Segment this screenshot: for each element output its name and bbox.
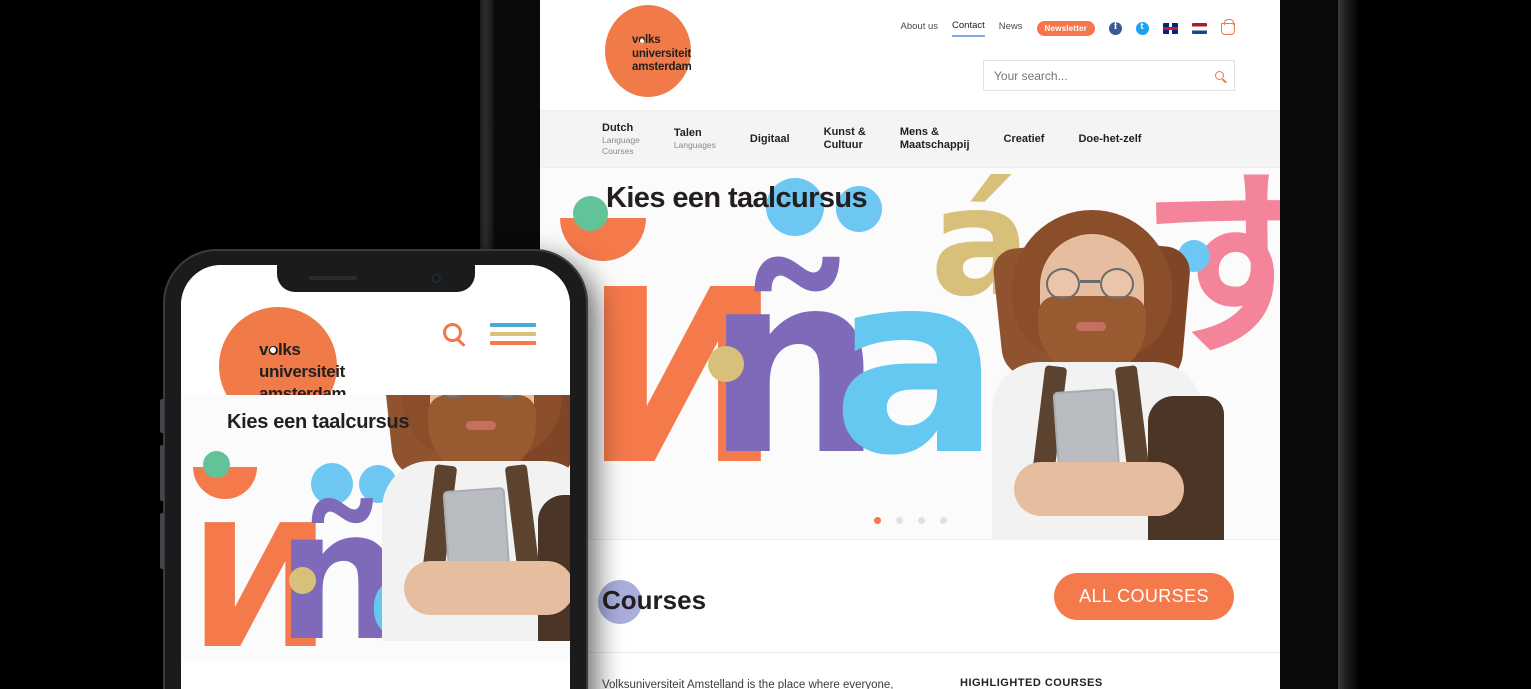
- main-navigation: Dutch Language Courses Talen Languages Di…: [540, 110, 1280, 168]
- tablet-screen: volks universiteit amsterdam About us Co…: [540, 0, 1280, 689]
- hero-carousel: И ñ a á す Kies een taalcursus: [540, 168, 1280, 540]
- hamburger-bar-3: [490, 341, 536, 345]
- twitter-icon[interactable]: [1136, 21, 1149, 35]
- phone-search-button[interactable]: [443, 323, 462, 342]
- phone-hero: Kies een taalcursus И ñ a す: [181, 395, 570, 687]
- nav-item-doe-het-zelf-title: Doe-het-zelf: [1078, 132, 1142, 145]
- site-header: volks universiteit amsterdam About us Co…: [540, 0, 1280, 110]
- phone-screen: volks universiteit amsterdam Kies een ta…: [181, 265, 570, 689]
- phone-logo-line2: universiteit: [259, 362, 345, 381]
- phone-photo-arm: [404, 561, 570, 615]
- tablet-bezel-right: [1338, 0, 1360, 689]
- carousel-dots: [540, 517, 1280, 524]
- facebook-icon[interactable]: [1109, 21, 1122, 35]
- hamburger-bar-2: [490, 332, 536, 336]
- flag-uk-icon[interactable]: [1163, 23, 1178, 34]
- student-photo: [970, 210, 1240, 540]
- hero-title: Kies een taalcursus: [606, 182, 868, 214]
- nav-item-kunst-cultuur-title: Kunst & Cultuur: [823, 126, 866, 151]
- search-icon[interactable]: [1215, 71, 1224, 80]
- nav-item-mens-maatschappij-title: Mens & Maatschappij: [899, 126, 970, 151]
- topnav-link-about-us[interactable]: About us: [901, 21, 939, 36]
- logo-line3: amsterdam: [632, 61, 692, 73]
- nav-item-talen-title: Talen: [673, 127, 702, 139]
- courses-columns: Volksuniversiteit Amstelland is the plac…: [540, 653, 1280, 689]
- courses-header: Courses ALL COURSES: [540, 573, 1280, 642]
- phone-camera-icon: [431, 274, 441, 283]
- flag-nl-icon[interactable]: [1192, 23, 1207, 34]
- hamburger-bar-1: [490, 323, 536, 327]
- courses-intro-text: Volksuniversiteit Amstelland is the plac…: [602, 679, 894, 689]
- nav-item-doe-het-zelf[interactable]: Doe-het-zelf: [1078, 133, 1141, 146]
- carousel-dot-2[interactable]: [895, 517, 903, 524]
- nav-item-talen[interactable]: Talen Languages: [674, 127, 716, 151]
- phone-photo-mouth: [466, 421, 496, 430]
- nav-item-digitaal-title: Digitaal: [749, 132, 790, 145]
- search-input[interactable]: [994, 68, 1215, 83]
- phone-volume-down-button: [160, 513, 164, 569]
- logo-wordmark[interactable]: volks universiteit amsterdam: [632, 34, 752, 75]
- courses-section: Courses ALL COURSES Volksuniversiteit Am…: [540, 540, 1280, 689]
- newsletter-badge[interactable]: Newsletter: [1036, 21, 1095, 36]
- topnav-link-news[interactable]: News: [999, 21, 1023, 36]
- phone-logo-o-dot-icon: o: [268, 340, 279, 359]
- carousel-dot-4[interactable]: [939, 517, 947, 524]
- carousel-dot-1[interactable]: [873, 517, 881, 524]
- phone-green-dot-shape: [203, 451, 230, 478]
- logo-line1-post: lks: [645, 34, 661, 46]
- highlighted-courses-label: HIGHLIGHTED COURSES: [960, 677, 1103, 689]
- search-icon[interactable]: [443, 323, 462, 342]
- nav-item-dutch-title: Dutch: [602, 121, 634, 134]
- nav-item-creatief-title: Creatief: [1003, 132, 1045, 145]
- phone-gold-dot-shape: [289, 567, 316, 594]
- nav-item-dutch[interactable]: Dutch Language Courses: [602, 122, 640, 157]
- phone-device: volks universiteit amsterdam Kies een ta…: [160, 249, 588, 689]
- phone-notch: [276, 265, 475, 292]
- nav-item-kunst-cultuur[interactable]: Kunst & Cultuur: [824, 126, 866, 152]
- phone-volume-up-button: [160, 445, 164, 501]
- nav-item-talen-sub: Languages: [673, 140, 716, 150]
- nav-item-creatief[interactable]: Creatief: [1004, 133, 1045, 146]
- phone-mute-switch: [160, 399, 164, 433]
- gold-dot-shape: [708, 346, 744, 382]
- nav-item-mens-maatschappij[interactable]: Mens & Maatschappij: [900, 126, 970, 152]
- photo-glasses-right: [1100, 268, 1134, 300]
- topnav-link-contact[interactable]: Contact: [952, 20, 985, 37]
- utility-nav: About us Contact News Newsletter: [901, 18, 1235, 37]
- phone-speaker: [308, 276, 357, 280]
- photo-mouth: [1076, 322, 1106, 331]
- green-dot-shape: [573, 196, 608, 231]
- nav-item-dutch-sub: Language Courses: [602, 134, 640, 156]
- logo-o-dot-icon: o: [638, 34, 646, 46]
- search-bar[interactable]: [983, 60, 1235, 91]
- mockup-scene: volks universiteit amsterdam About us Co…: [0, 0, 1531, 689]
- phone-student-photo: [360, 395, 570, 687]
- carousel-dot-3[interactable]: [917, 517, 925, 524]
- photo-glasses-bridge: [1080, 280, 1100, 283]
- photo-arm: [1014, 462, 1184, 516]
- hamburger-menu-icon[interactable]: [490, 323, 536, 350]
- photo-glasses-left: [1046, 268, 1080, 300]
- nav-item-digitaal[interactable]: Digitaal: [750, 133, 790, 146]
- basket-icon[interactable]: [1221, 18, 1235, 35]
- phone-hero-title: Kies een taalcursus: [227, 411, 410, 433]
- all-courses-button[interactable]: ALL COURSES: [1054, 573, 1234, 620]
- logo-line2: universiteit: [632, 47, 691, 60]
